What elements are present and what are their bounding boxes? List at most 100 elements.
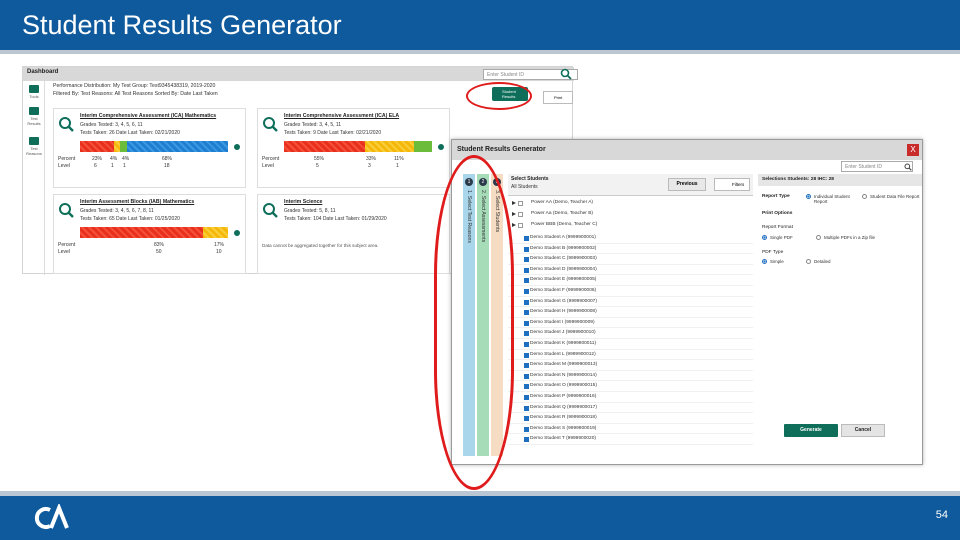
info-icon[interactable] bbox=[234, 144, 240, 150]
percent-value: 11% bbox=[394, 156, 404, 162]
checkbox-icon[interactable] bbox=[524, 437, 529, 443]
checkbox-icon[interactable] bbox=[518, 201, 523, 206]
student-row[interactable]: Demo Student R (9999900018) bbox=[508, 413, 753, 424]
student-row[interactable]: Demo Student B (9999900002) bbox=[508, 244, 753, 255]
checkbox-icon[interactable] bbox=[524, 320, 529, 326]
level-value: 10 bbox=[216, 249, 222, 255]
student-row[interactable]: Demo Student I (9999900009) bbox=[508, 318, 753, 329]
search-icon[interactable] bbox=[904, 163, 912, 171]
expand-icon[interactable] bbox=[512, 223, 516, 227]
generate-button[interactable]: Generate bbox=[784, 424, 838, 437]
cancel-button[interactable]: Cancel bbox=[841, 424, 885, 437]
test-reasons-button[interactable]: Test Reasons bbox=[25, 137, 43, 156]
student-row[interactable]: Demo Student P (9999900016) bbox=[508, 392, 753, 403]
card-title[interactable]: Interim Comprehensive Assessment (ICA) E… bbox=[284, 113, 399, 119]
student-row[interactable]: Demo Student O (9999900015) bbox=[508, 381, 753, 392]
checkbox-icon[interactable] bbox=[518, 223, 523, 228]
checkbox-icon[interactable] bbox=[524, 342, 529, 347]
tools-button[interactable]: Tools bbox=[25, 85, 43, 99]
group-row[interactable]: Power Aa (Demo, Teacher B) bbox=[508, 209, 753, 220]
test-results-button[interactable]: Test Results bbox=[25, 107, 43, 126]
checkbox-icon[interactable] bbox=[518, 212, 523, 217]
simple-pdf-radio[interactable]: Simple bbox=[762, 259, 784, 264]
student-results-dialog: Student Results Generator X Enter Studen… bbox=[451, 139, 923, 465]
checkbox-icon[interactable] bbox=[524, 331, 529, 337]
student-label: Demo Student Q (9999900017) bbox=[530, 404, 597, 410]
single-pdf-radio[interactable]: Single PDF bbox=[762, 235, 793, 240]
bar-segment bbox=[414, 141, 432, 152]
checkbox-icon[interactable] bbox=[524, 363, 529, 369]
student-row[interactable]: Demo Student F (9999900006) bbox=[508, 286, 753, 297]
print-button[interactable]: Print bbox=[543, 91, 573, 104]
percent-value: 4% bbox=[110, 156, 118, 162]
radio-icon bbox=[806, 194, 811, 199]
checkbox-icon[interactable] bbox=[524, 416, 529, 422]
card-title[interactable]: Interim Science bbox=[284, 199, 322, 205]
student-row[interactable]: Demo Student L (9999900012) bbox=[508, 350, 753, 361]
student-row[interactable]: Demo Student N (9999900014) bbox=[508, 371, 753, 382]
card-ica-math[interactable]: Interim Comprehensive Assessment (ICA) M… bbox=[53, 108, 246, 188]
level-label: Level bbox=[58, 249, 70, 255]
individual-report-radio[interactable]: Individual Student Report bbox=[806, 194, 856, 204]
slide-title: Student Results Generator bbox=[22, 10, 342, 40]
data-file-report-radio[interactable]: Student Data File Report bbox=[862, 194, 920, 199]
detailed-pdf-radio[interactable]: Detailed bbox=[806, 259, 831, 264]
student-row[interactable]: Demo Student D (9999900004) bbox=[508, 265, 753, 276]
checkbox-icon[interactable] bbox=[524, 289, 529, 294]
multiple-pdfs-radio[interactable]: Multiple PDFs in a Zip file bbox=[816, 235, 875, 240]
test-reasons-label: Test Reasons bbox=[26, 146, 42, 156]
group-row[interactable]: Power AA (Demo, Teacher A) bbox=[508, 198, 753, 209]
expand-icon[interactable] bbox=[512, 201, 516, 205]
percent-value: 4% bbox=[122, 156, 130, 162]
student-label: Demo Student D (9999900004) bbox=[530, 266, 597, 272]
info-icon[interactable] bbox=[438, 144, 444, 150]
percent-value: 83% bbox=[154, 242, 165, 248]
student-row[interactable]: Demo Student H (9999900008) bbox=[508, 307, 753, 318]
checkbox-icon[interactable] bbox=[524, 405, 529, 411]
student-id-search-input[interactable]: Enter Student ID bbox=[841, 161, 913, 172]
student-row[interactable]: Demo Student S (9999900019) bbox=[508, 424, 753, 435]
student-row[interactable]: Demo Student A (9999900001) bbox=[508, 233, 753, 244]
card-iab-math[interactable]: Interim Assessment Blocks (IAB) Mathemat… bbox=[53, 194, 246, 274]
group-row[interactable]: Power BBB (Demo, Teacher C) bbox=[508, 220, 753, 231]
checkbox-icon[interactable] bbox=[524, 373, 529, 379]
magnifier-icon bbox=[59, 203, 74, 218]
student-row[interactable]: Demo Student C (9999900003) bbox=[508, 254, 753, 265]
checkbox-icon[interactable] bbox=[524, 395, 529, 400]
checkbox-icon[interactable] bbox=[524, 426, 529, 432]
card-title[interactable]: Interim Assessment Blocks (IAB) Mathemat… bbox=[80, 199, 194, 205]
student-row[interactable]: Demo Student G (9999900007) bbox=[508, 297, 753, 308]
student-row[interactable]: Demo Student Q (9999900017) bbox=[508, 403, 753, 414]
previous-button[interactable]: Previous bbox=[668, 178, 706, 191]
checkbox-icon[interactable] bbox=[524, 278, 529, 284]
student-row[interactable]: Demo Student K (9999900011) bbox=[508, 339, 753, 350]
card-ica-ela[interactable]: Interim Comprehensive Assessment (ICA) E… bbox=[257, 108, 450, 188]
expand-icon[interactable] bbox=[512, 212, 516, 216]
checkbox-icon[interactable] bbox=[524, 352, 529, 358]
all-students-checkbox[interactable]: All Students bbox=[511, 184, 538, 190]
search-icon[interactable] bbox=[560, 68, 572, 80]
card-interim-science[interactable]: Interim Science Grades Tested: 5, 8, 11 … bbox=[257, 194, 450, 274]
student-row[interactable]: Demo Student J (9999900010) bbox=[508, 328, 753, 339]
checkbox-icon[interactable] bbox=[524, 257, 529, 263]
checkbox-icon[interactable] bbox=[524, 310, 529, 316]
percent-value: 23% bbox=[92, 156, 103, 162]
radio-icon bbox=[806, 259, 811, 264]
student-row[interactable]: Demo Student E (9999900005) bbox=[508, 275, 753, 286]
info-icon[interactable] bbox=[234, 230, 240, 236]
radio-label: Single PDF bbox=[770, 235, 793, 240]
ca-logo bbox=[34, 504, 69, 529]
checkbox-icon[interactable] bbox=[524, 246, 529, 252]
checkbox-icon[interactable] bbox=[524, 299, 529, 305]
info-line-group: Performance Distribution: My Test Group:… bbox=[53, 83, 216, 89]
filters-button[interactable]: Filters bbox=[714, 178, 750, 191]
checkbox-icon[interactable] bbox=[524, 267, 529, 273]
checkbox-icon[interactable] bbox=[524, 384, 529, 390]
student-row[interactable]: Demo Student T (9999900020) bbox=[508, 434, 753, 445]
student-row[interactable]: Demo Student M (9999900013) bbox=[508, 360, 753, 371]
student-label: Demo Student K (9999900011) bbox=[530, 341, 597, 346]
card-title[interactable]: Interim Comprehensive Assessment (ICA) M… bbox=[80, 113, 216, 119]
close-icon[interactable]: X bbox=[907, 144, 919, 156]
checkbox-icon[interactable] bbox=[524, 236, 529, 241]
student-label: Demo Student B (9999900002) bbox=[530, 245, 597, 251]
